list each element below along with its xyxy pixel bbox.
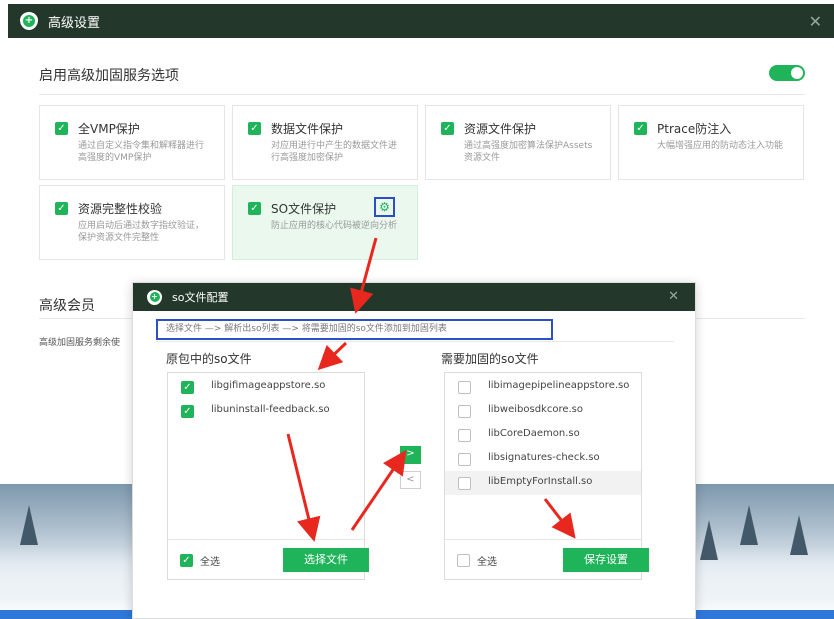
arrow-gear-to-steps bbox=[350, 237, 378, 314]
annotation-arrows bbox=[286, 237, 576, 542]
arrow-to-save-settings bbox=[543, 498, 576, 539]
arrow-steps-to-left-panel bbox=[317, 341, 348, 371]
arrow-to-choose-file bbox=[286, 433, 321, 542]
arrow-to-move-right bbox=[350, 450, 407, 531]
